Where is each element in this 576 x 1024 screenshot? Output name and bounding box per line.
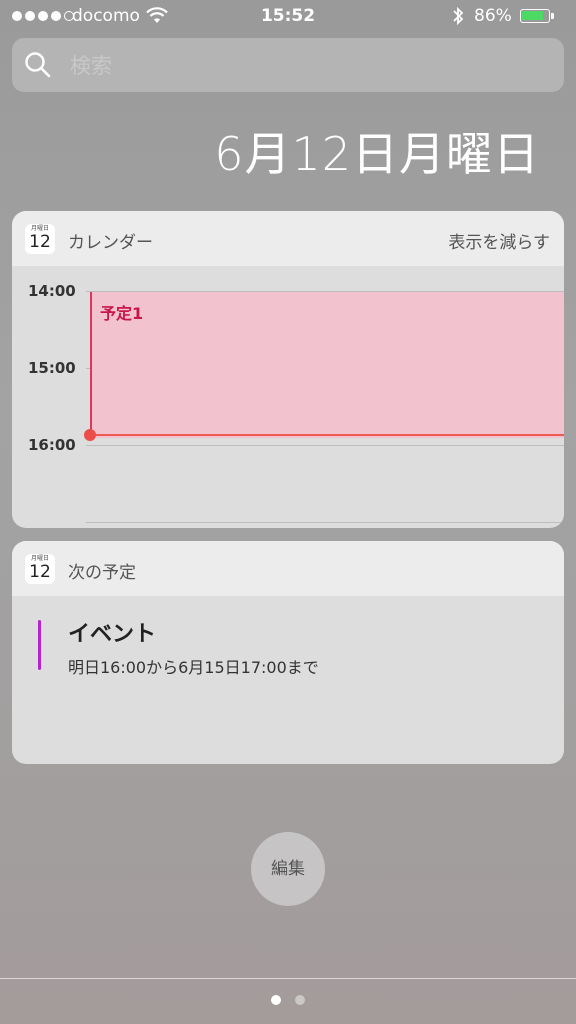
search-bar[interactable]: [12, 38, 564, 94]
search-input[interactable]: [68, 38, 552, 94]
page-indicator[interactable]: [0, 995, 576, 1005]
event-color-bar: [38, 620, 41, 670]
event-title: 予定1: [100, 304, 144, 323]
upcoming-event-name: イベント: [68, 622, 157, 647]
calendar-widget-header: 月曜日 12 カレンダー 表示を減らす: [12, 211, 564, 266]
battery-icon: [520, 9, 550, 23]
edit-button[interactable]: 編集: [251, 832, 325, 906]
upcoming-event[interactable]: イベント 明日16:00から6月15日17:00まで: [12, 596, 564, 764]
current-time-line: [90, 434, 564, 436]
date-heading: 6月12日月曜日: [214, 127, 540, 181]
day-timeline: 14:00 15:00 16:00 予定1: [12, 266, 564, 528]
current-time-dot: [84, 429, 96, 441]
hour-label-15: 15:00: [28, 359, 76, 377]
upcoming-widget[interactable]: 月曜日 12 次の予定 イベント 明日16:00から6月15日17:00まで: [12, 541, 564, 764]
search-icon: [24, 51, 52, 83]
show-less-button[interactable]: 表示を減らす: [448, 228, 550, 253]
calendar-widget[interactable]: 月曜日 12 カレンダー 表示を減らす 14:00 15:00 16:00 予定…: [12, 211, 564, 528]
upcoming-event-time: 明日16:00から6月15日17:00まで: [68, 658, 319, 677]
page-dot[interactable]: [271, 995, 281, 1005]
calendar-icon: 月曜日 12: [25, 554, 55, 584]
hour-label-14: 14:00: [28, 282, 76, 300]
upcoming-widget-title: 次の予定: [68, 563, 136, 583]
hour-gridline: [86, 522, 564, 523]
event-block[interactable]: 予定1: [90, 292, 564, 438]
status-bar: docomo 15:52 86%: [0, 0, 576, 34]
calendar-widget-title: カレンダー: [68, 233, 153, 253]
hour-label-16: 16:00: [28, 436, 76, 454]
battery-tip: [551, 13, 554, 19]
hour-gridline: [86, 445, 564, 446]
bluetooth-icon: [451, 6, 465, 30]
battery-percent: 86%: [474, 6, 512, 26]
upcoming-widget-header: 月曜日 12 次の予定: [12, 541, 564, 596]
divider: [0, 978, 576, 979]
calendar-icon: 月曜日 12: [25, 224, 55, 254]
page-dot[interactable]: [295, 995, 305, 1005]
